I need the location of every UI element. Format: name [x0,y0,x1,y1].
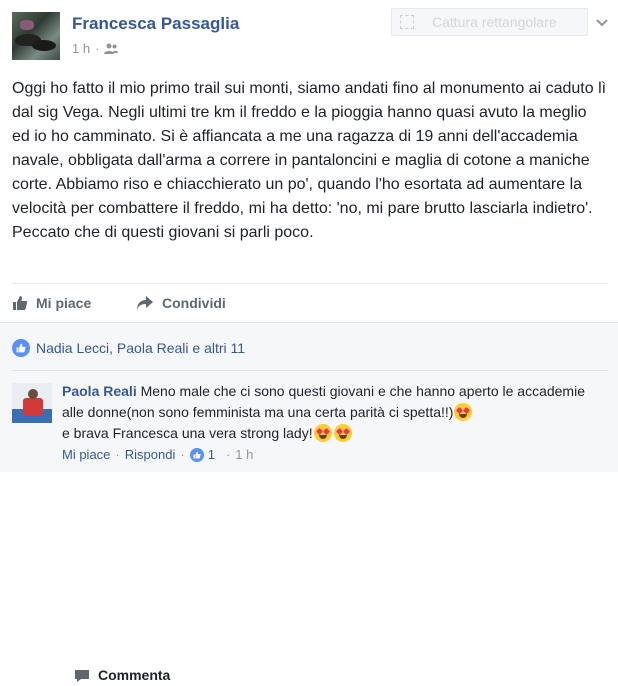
capture-rectangle-button[interactable]: Cattura rettangolare [391,8,588,36]
share-label: Condividi [162,295,226,311]
meta-separator: · [95,41,100,56]
author-avatar[interactable] [12,12,60,60]
commenter-avatar[interactable] [12,383,52,423]
separator-dot: · [225,447,231,462]
heart-eyes-emoji-icon [313,424,332,442]
separator-dot: · [115,447,120,462]
post-actions: Mi piace Commenta Condividi [12,283,608,683]
post-meta: 1 h · [72,41,119,56]
comment-like-count[interactable]: 1 [208,447,215,462]
like-button[interactable]: Mi piace [12,295,136,311]
comment-text: Paola Reali Meno male che ci sono questi… [62,381,602,444]
reactions-text: Nadia Lecci, Paola Reali e altri 11 [36,340,246,356]
friends-icon[interactable] [104,43,119,55]
share-arrow-icon [137,296,153,310]
author-name[interactable]: Francesca Passaglia [72,14,239,34]
comment-body-line2: e brava Francesca una vera strong lady! [62,425,313,441]
comment-actions: Mi piace · Rispondi · 1 · 1 h [62,447,253,462]
comment-like-link[interactable]: Mi piace [62,447,110,462]
thumbs-up-icon [13,296,28,310]
heart-eyes-emoji-icon [454,403,473,421]
heart-eyes-emoji-icon [333,424,352,442]
comment-bubble-icon [75,669,89,682]
comment-button[interactable]: Commenta [74,665,218,686]
chevron-down-icon[interactable] [596,14,608,30]
divider [12,370,608,371]
thumbs-up-icon [189,447,204,462]
comment-reply-link[interactable]: Rispondi [125,447,176,462]
post-time[interactable]: 1 h [72,41,90,56]
separator-dot: · [180,447,185,462]
post-body: Oggi ho fatto il mio primo trail sui mon… [12,80,607,241]
facebook-post: Francesca Passaglia 1 h · Cattura rettan… [0,0,618,683]
like-reaction-icon [12,339,30,357]
like-label: Mi piace [36,295,92,311]
share-button[interactable]: Condividi [136,295,226,311]
capture-icon [400,15,414,29]
commenter-name[interactable]: Paola Reali [62,383,137,399]
comment-body-line1: Meno male che ci sono questi giovani e c… [62,383,585,420]
comment-label: Commenta [98,667,171,683]
capture-label: Cattura rettangolare [432,14,557,30]
comment-time[interactable]: 1 h [235,447,253,462]
reactions-summary[interactable]: Nadia Lecci, Paola Reali e altri 11 [12,339,245,357]
